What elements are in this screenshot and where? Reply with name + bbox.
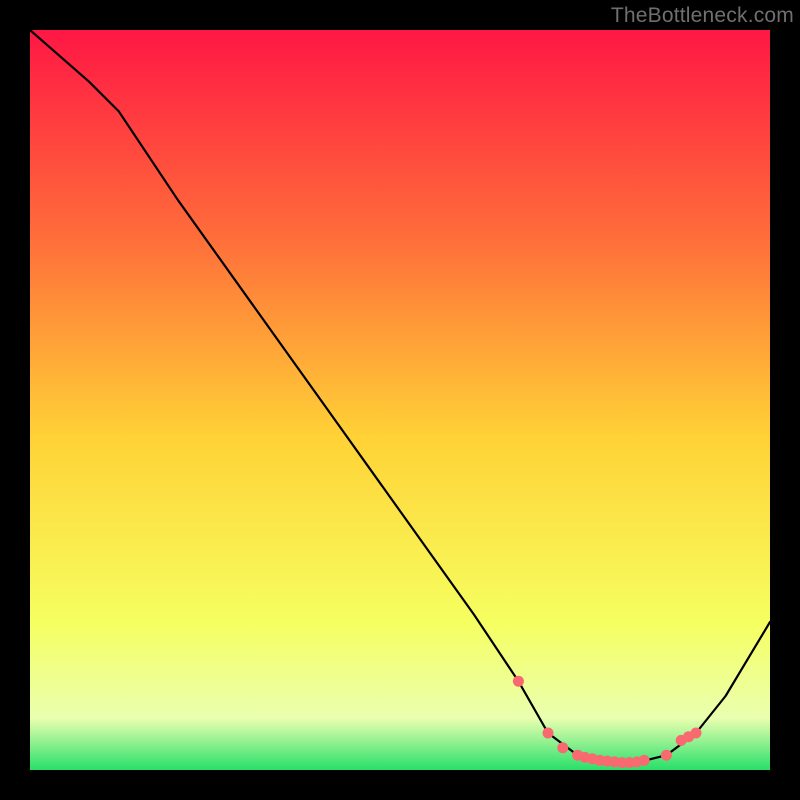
marker-point <box>513 676 524 687</box>
watermark-text: TheBottleneck.com <box>611 4 794 28</box>
marker-point <box>557 742 568 753</box>
chart-svg <box>30 30 770 770</box>
chart-stage: TheBottleneck.com <box>0 0 800 800</box>
gradient-background <box>30 30 770 770</box>
marker-point <box>639 755 650 766</box>
marker-point <box>691 728 702 739</box>
marker-point <box>661 750 672 761</box>
marker-point <box>543 728 554 739</box>
